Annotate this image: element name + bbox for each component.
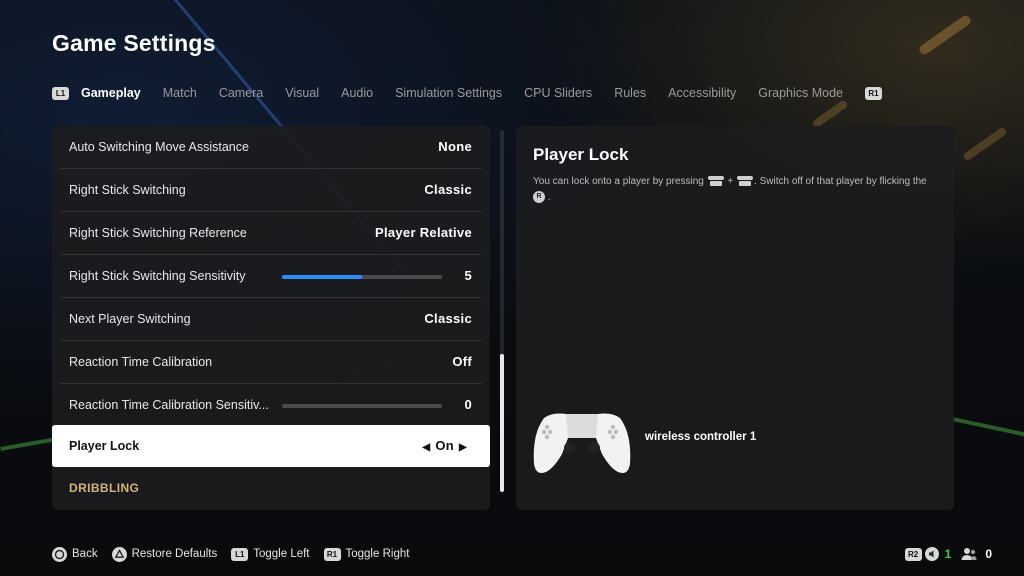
- setting-row-reaction-time-calibration-sensitivity[interactable]: Reaction Time Calibration Sensitiv... 0: [60, 384, 482, 427]
- r2-button-icon: R2: [904, 547, 922, 561]
- desc-text: You can lock onto a player by pressing: [533, 176, 704, 187]
- tab-match[interactable]: Match: [163, 86, 197, 100]
- l2-trigger-icon: [707, 176, 724, 187]
- setting-label: Player Lock: [69, 439, 140, 453]
- setting-value: Classic: [424, 311, 472, 326]
- tab-bar: L1 Gameplay Match Camera Visual Audio Si…: [52, 84, 882, 102]
- back-button[interactable]: Back: [52, 546, 98, 562]
- page-title: Game Settings: [52, 30, 216, 56]
- right-stick-icon: R: [533, 191, 545, 204]
- setting-row-reaction-time-calibration[interactable]: Reaction Time Calibration Off: [60, 341, 482, 384]
- bg-stadium-light: [917, 13, 973, 57]
- tab-simulation-settings[interactable]: Simulation Settings: [395, 86, 502, 100]
- desc-end: .: [547, 192, 551, 203]
- tab-audio[interactable]: Audio: [341, 86, 373, 100]
- setting-value: 5: [464, 268, 472, 283]
- detail-title: Player Lock: [533, 145, 629, 164]
- arrow-right-icon[interactable]: ▶: [459, 442, 467, 453]
- controller-icon: [533, 413, 631, 473]
- setting-row-right-stick-switching-reference[interactable]: Right Stick Switching Reference Player R…: [60, 212, 482, 255]
- scroll-thumb[interactable]: [500, 354, 504, 492]
- tab-camera[interactable]: Camera: [219, 86, 263, 100]
- tab-gameplay[interactable]: Gameplay: [81, 86, 141, 100]
- setting-label: Reaction Time Calibration Sensitiv...: [69, 398, 269, 412]
- calibration-slider[interactable]: [282, 404, 442, 408]
- r2-trigger-icon: [737, 176, 754, 187]
- arrow-left-icon[interactable]: ◀: [422, 442, 430, 453]
- restore-defaults-button[interactable]: Restore Defaults: [111, 546, 218, 562]
- section-header-dribbling: DRIBBLING: [69, 481, 140, 495]
- desc-plus: +: [727, 176, 734, 187]
- setting-value: Player Relative: [374, 225, 472, 240]
- setting-row-auto-switching-move-assistance[interactable]: Auto Switching Move Assistance None: [60, 126, 482, 169]
- setting-value: Classic: [424, 182, 472, 197]
- player-count: 0: [985, 547, 992, 561]
- status-bar: R2 1 0: [904, 545, 992, 563]
- setting-label: Right Stick Switching Sensitivity: [69, 269, 246, 283]
- bg-stadium-light: [811, 99, 849, 129]
- setting-row-next-player-switching[interactable]: Next Player Switching Classic: [60, 298, 482, 341]
- players-icon: [961, 548, 977, 560]
- toggle-left-button[interactable]: L1 Toggle Left: [231, 547, 310, 561]
- tab-rules[interactable]: Rules: [614, 86, 646, 100]
- r1-button-icon[interactable]: R1: [865, 86, 882, 100]
- footer-label: Toggle Right: [345, 548, 410, 560]
- setting-value: Off: [452, 354, 472, 369]
- setting-label: Reaction Time Calibration: [69, 355, 213, 369]
- setting-row-right-stick-switching[interactable]: Right Stick Switching Classic: [60, 169, 482, 212]
- bg-pitch-line-right: [950, 416, 1024, 438]
- setting-label: Right Stick Switching: [69, 183, 186, 197]
- setting-label: Next Player Switching: [69, 312, 191, 326]
- list-scrollbar[interactable]: [500, 130, 504, 492]
- desc-text: . Switch off of that player by flicking …: [754, 176, 927, 187]
- setting-row-player-lock[interactable]: Player Lock ◀ On ▶: [52, 425, 490, 467]
- toggle-right-button[interactable]: R1 Toggle Right: [323, 547, 410, 561]
- bg-stadium-light: [962, 126, 1008, 162]
- footer-hints: Back Restore Defaults L1 Toggle Left R1 …: [52, 545, 423, 563]
- triangle-button-icon: [111, 546, 127, 562]
- footer-label: Restore Defaults: [131, 548, 218, 560]
- tab-visual[interactable]: Visual: [285, 86, 319, 100]
- detail-description: You can lock onto a player by pressing +…: [533, 174, 943, 206]
- settings-list: Auto Switching Move Assistance None Righ…: [52, 126, 490, 510]
- circle-button-icon: [52, 546, 67, 562]
- controller-count: 1: [944, 547, 952, 561]
- tab-accessibility[interactable]: Accessibility: [668, 86, 736, 100]
- tab-cpu-sliders[interactable]: CPU Sliders: [524, 86, 592, 100]
- setting-value: 0: [464, 397, 472, 412]
- slider-fill: [282, 275, 362, 279]
- footer-label: Toggle Left: [253, 548, 310, 560]
- tab-graphics-mode[interactable]: Graphics Mode: [758, 86, 843, 100]
- controller-name: wireless controller 1: [645, 431, 757, 443]
- footer-label: Back: [72, 548, 98, 560]
- volume-icon: [924, 547, 939, 561]
- setting-value: On: [435, 438, 454, 453]
- detail-panel: Player Lock You can lock onto a player b…: [516, 126, 954, 510]
- r1-button-icon: R1: [323, 547, 341, 561]
- setting-value: None: [438, 139, 472, 154]
- l1-button-icon[interactable]: L1: [52, 86, 69, 100]
- setting-label: Right Stick Switching Reference: [69, 226, 247, 240]
- l1-button-icon: L1: [231, 547, 249, 561]
- setting-label: Auto Switching Move Assistance: [69, 140, 249, 154]
- setting-row-right-stick-switching-sensitivity[interactable]: Right Stick Switching Sensitivity 5: [60, 255, 482, 298]
- sensitivity-slider[interactable]: [282, 275, 442, 279]
- setting-value-selector: ◀ On ▶: [417, 438, 472, 453]
